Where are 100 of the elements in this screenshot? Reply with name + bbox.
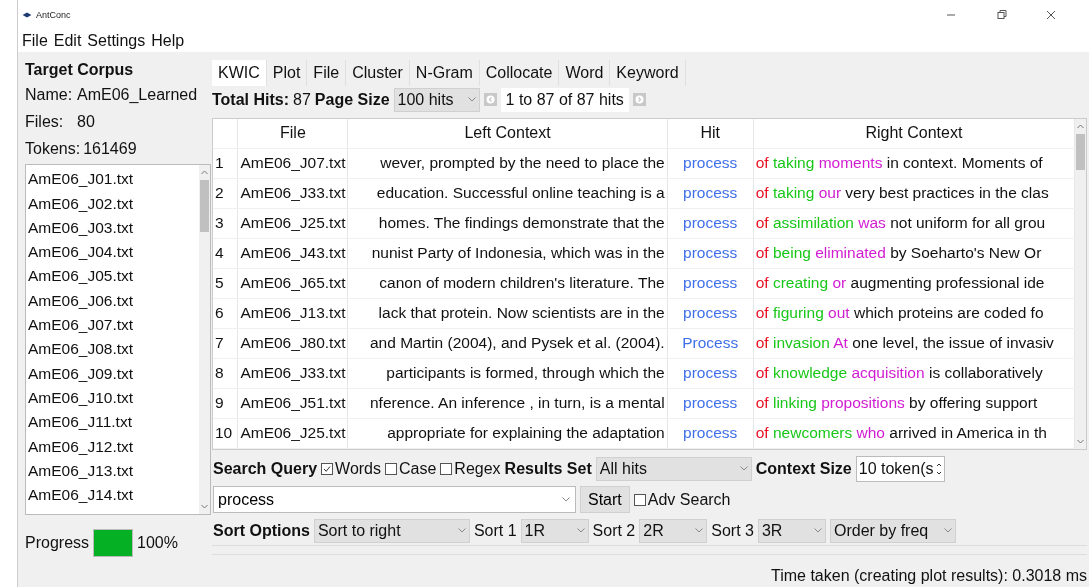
file-item[interactable]: AmE06_J13.txt [28,458,199,484]
table-cell: nference. An inference , in turn, is a mental [348,388,668,419]
table-cell: canon of modern children's literature. The [348,268,668,299]
table-cell: AmE06_J13.txt [237,298,348,329]
progress-label: Progress [25,534,90,552]
table-cell: AmE06_J33.txt [237,178,348,209]
caret-icon [467,97,476,102]
file-item[interactable]: AmE06_J10.txt [28,385,199,411]
table-cell: of creating or augmenting professional ide [753,268,1075,299]
caret-icon [695,528,704,533]
scrollbar[interactable] [199,165,210,514]
total-hits-value: 87 [293,90,311,109]
file-item[interactable]: AmE06_J14.txt [28,483,199,508]
search-field[interactable]: process [213,486,576,513]
menu-item[interactable]: Edit [53,32,82,50]
page-range: 1 to 87 of 87 hits [500,87,629,112]
sort-dropdown[interactable]: 1R [520,518,589,543]
file-item[interactable]: AmE06_J01.txt [28,167,199,192]
page-size-dropdown[interactable]: 100 hits [393,87,480,112]
hit-word: Process [667,328,754,359]
table-cell: AmE06_J07.txt [237,148,348,179]
column-header[interactable]: Right Context [753,119,1075,149]
table-cell: participants is formed, through which the [348,358,668,389]
file-item[interactable]: AmE06_J05.txt [28,264,199,289]
table-cell: of knowledge acquisition is collaboratively [753,358,1075,389]
menu-item[interactable]: Settings [87,32,146,50]
tab[interactable]: KWIC [212,60,267,86]
caret-icon [576,528,585,533]
table-cell: and Martin (2004), and Pysek et al. (2004). [348,328,668,359]
context-size-spinner[interactable]: 10 token(s [855,455,946,482]
progress-reading: 100% [137,534,178,552]
table-cell: of assimilation was not uniform for all grou [753,208,1075,239]
row-number: 3 [213,208,238,239]
caret-icon [739,466,748,471]
table-cell: of linking propositions by offering support [753,388,1075,419]
results-set-dropdown[interactable]: All hits [595,456,752,481]
column-header[interactable]: Left Context [348,119,668,149]
file-item[interactable]: AmE06_J06.txt [28,288,199,314]
column-header[interactable]: Hit [667,119,754,149]
row-number: 4 [213,238,238,269]
file-item[interactable]: AmE06_J08.txt [28,337,199,362]
scroll-thumb[interactable] [1076,134,1086,170]
previous-page-icon [483,93,497,106]
sort-dropdown[interactable]: 3R [757,518,826,543]
field-value: 80 [77,113,95,132]
file-item[interactable]: AmE06_J12.txt [28,434,199,459]
table-cell: of taking our very best practices in the clas [753,178,1075,209]
field-label: Name: [25,86,74,105]
sort-label: Sort 2 [592,521,636,540]
menu-item[interactable]: Help [151,32,185,50]
file-item[interactable]: AmE06_J07.txt [28,313,199,338]
file-item[interactable]: AmE06_J11.txt [28,410,199,435]
caret-icon [813,528,822,533]
caret-icon [457,528,466,533]
row-number: 9 [213,388,238,419]
window-title: AntConc [36,10,71,20]
table-cell: AmE06_J25.txt [237,208,348,239]
next-page-icon [632,93,646,106]
file-item[interactable]: AmE06_J09.txt [28,361,199,386]
checkbox[interactable]: Regex [440,459,501,478]
row-number: 2 [213,178,238,209]
panel-heading: Target Corpus [25,60,135,80]
tick-icon [323,464,332,473]
table-cell: AmE06_J25.txt [237,418,348,449]
table-cell: AmE06_J80.txt [237,328,348,359]
checkbox[interactable]: Case [385,459,437,478]
table-cell: of figuring out which proteins are coded fo [753,298,1075,329]
checkbox[interactable]: Adv Search [633,490,731,509]
order-dropdown[interactable]: Order by freq [829,518,956,543]
sort-options-label: Sort Options [213,521,310,540]
progress-bar [93,529,134,557]
field-value: 161469 [83,139,137,158]
hit-word: process [667,238,754,269]
status-text: Time taken (creating plot results): 0.3018 ms [770,566,1088,586]
row-number: 10 [213,418,238,449]
context-size-label: Context Size [755,459,852,478]
field-label: Files: [25,113,65,132]
scrollbar[interactable] [1075,119,1086,449]
file-item[interactable]: AmE06_J02.txt [28,191,199,216]
column-header[interactable]: File [237,119,348,149]
table-cell: of taking moments in context. Moments of [753,148,1075,179]
hit-word: process [667,418,754,449]
table-cell: AmE06_J33.txt [237,358,348,389]
total-hits-label: Total Hits: [212,90,290,109]
sort-dropdown[interactable]: 2R [639,518,708,543]
table-cell: homes. The findings demonstrate that the [348,208,668,239]
row-number: 5 [213,268,238,299]
sort-mode-dropdown[interactable]: Sort to right [313,518,470,543]
table-cell: wever, prompted by the need to place the [348,148,668,179]
hit-word: process [667,268,754,299]
checkbox[interactable]: Words [321,459,381,478]
hit-word: process [667,148,754,179]
file-item[interactable]: AmE06_J04.txt [28,240,199,265]
start-button[interactable]: Start [580,486,630,513]
menu-item[interactable]: File [22,32,48,50]
scroll-thumb[interactable] [200,180,209,233]
file-item[interactable]: AmE06_J03.txt [28,215,199,241]
table-cell: of invasion At one level, the issue of invasiv [753,328,1075,359]
table-cell: AmE06_J43.txt [237,238,348,269]
row-number: 7 [213,328,238,359]
